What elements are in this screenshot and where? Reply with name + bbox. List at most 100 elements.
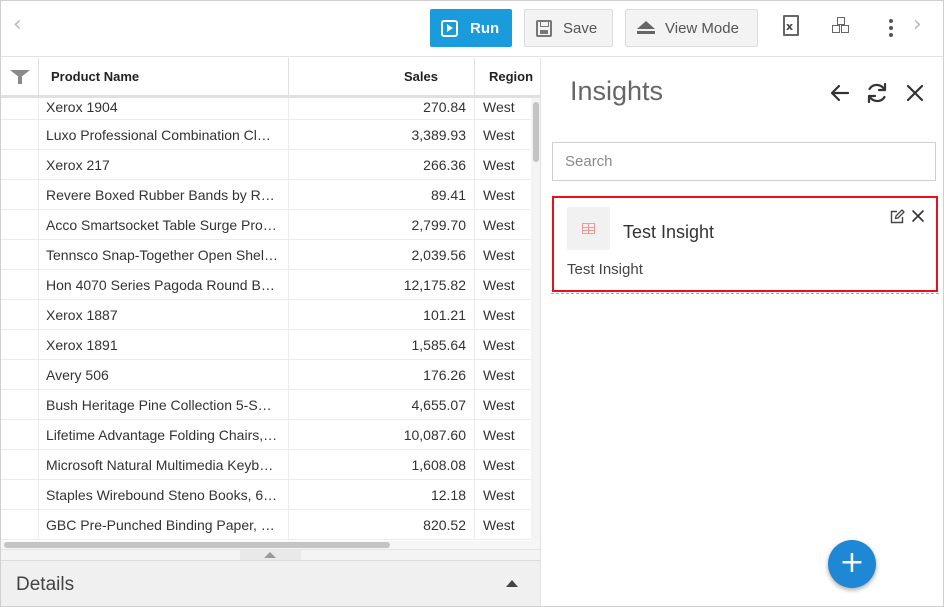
caret-up-icon[interactable] — [506, 580, 518, 588]
chevron-left-icon[interactable]: ‹ — [13, 13, 22, 37]
cell-sales[interactable]: 2,799.70 — [289, 210, 475, 239]
cell-region[interactable]: West — [475, 270, 531, 299]
cell-sales[interactable]: 3,389.93 — [289, 120, 475, 149]
arrow-left-icon[interactable] — [827, 80, 853, 106]
table-icon — [567, 207, 610, 250]
cell-region[interactable]: West — [475, 150, 531, 179]
save-button-label: Save — [563, 19, 598, 37]
table-row[interactable]: Staples Wirebound Steno Books, 6 x 9 12.… — [1, 480, 531, 510]
cell-product-name[interactable]: Staples Wirebound Steno Books, 6 x 9 — [39, 480, 289, 509]
table-row[interactable]: Avery 506 176.26 West — [1, 360, 531, 390]
table-row[interactable]: Acco Smartsocket Table Surge Protector 2… — [1, 210, 531, 240]
cell-sales[interactable]: 1,608.08 — [289, 450, 475, 479]
cell-sales[interactable]: 176.26 — [289, 360, 475, 389]
table-row[interactable]: Xerox 1891 1,585.64 West — [1, 330, 531, 360]
table-row[interactable]: Bush Heritage Pine Collection 5-Shelf Bo… — [1, 390, 531, 420]
cube-left — [832, 25, 840, 33]
cubes-icon[interactable] — [830, 15, 854, 41]
cell-sales[interactable]: 101.21 — [289, 300, 475, 329]
filter-column-header[interactable] — [1, 58, 39, 95]
column-header-region[interactable]: Region — [475, 58, 540, 95]
vertical-scroll-thumb[interactable] — [533, 102, 539, 162]
cell-region[interactable]: West — [475, 240, 531, 269]
cell-product-name[interactable]: Microsoft Natural Multimedia Keyboard — [39, 450, 289, 479]
cell-region[interactable]: West — [475, 120, 531, 149]
save-icon — [536, 19, 552, 37]
column-header-sales[interactable]: Sales — [289, 58, 475, 95]
cell-region[interactable]: West — [475, 420, 531, 449]
table-glyph — [582, 223, 595, 234]
insight-card[interactable]: Test Insight Test Insight — [552, 196, 938, 292]
splitter-handle-icon[interactable] — [240, 550, 301, 560]
cell-sales[interactable]: 12.18 — [289, 480, 475, 509]
grid-header: Product Name Sales Region — [1, 58, 540, 98]
search-input[interactable] — [553, 143, 935, 180]
row-gutter — [1, 120, 39, 149]
table-row[interactable]: Xerox 1904 270.84 West — [1, 98, 531, 127]
cell-sales[interactable]: 266.36 — [289, 150, 475, 179]
cell-product-name[interactable]: Xerox 217 — [39, 150, 289, 179]
horizontal-scroll-thumb[interactable] — [4, 542, 390, 548]
cell-product-name[interactable]: Xerox 1891 — [39, 330, 289, 359]
cell-product-name[interactable]: Luxo Professional Combination Clamp-On L… — [39, 120, 289, 149]
cell-region[interactable]: West — [475, 210, 531, 239]
row-gutter — [1, 450, 39, 479]
excel-export-icon[interactable]: x — [780, 15, 804, 41]
panel-splitter[interactable] — [1, 549, 540, 560]
details-panel-header[interactable]: Details — [1, 560, 540, 606]
cell-product-name[interactable]: Bush Heritage Pine Collection 5-Shelf Bo… — [39, 390, 289, 419]
cell-region[interactable]: West — [475, 510, 531, 539]
cell-product-name[interactable]: Hon 4070 Series Pagoda Round Back Stacki… — [39, 270, 289, 299]
cell-product-name[interactable]: Tennsco Snap-Together Open Shelving Unit… — [39, 240, 289, 269]
row-gutter — [1, 180, 39, 209]
table-row[interactable]: Lifetime Advantage Folding Chairs, 4/Car… — [1, 420, 531, 450]
close-icon[interactable] — [902, 80, 928, 106]
kebab-menu-icon[interactable] — [885, 15, 897, 41]
delete-icon[interactable] — [911, 209, 925, 223]
cell-region[interactable]: West — [475, 360, 531, 389]
cell-region[interactable]: West — [475, 180, 531, 209]
table-row[interactable]: Luxo Professional Combination Clamp-On L… — [1, 120, 531, 150]
horizontal-scrollbar[interactable] — [1, 541, 540, 549]
vertical-scrollbar[interactable] — [531, 98, 540, 544]
add-insight-button[interactable]: + — [828, 540, 876, 588]
cell-product-name[interactable]: Acco Smartsocket Table Surge Protector — [39, 210, 289, 239]
search-field[interactable] — [552, 142, 936, 181]
cell-region[interactable]: West — [475, 480, 531, 509]
table-row[interactable]: Revere Boxed Rubber Bands by Revere 89.4… — [1, 180, 531, 210]
cell-product-name[interactable]: Avery 506 — [39, 360, 289, 389]
cube-right — [841, 25, 849, 33]
save-button[interactable]: Save — [524, 9, 613, 47]
cell-product-name[interactable]: Revere Boxed Rubber Bands by Revere — [39, 180, 289, 209]
cell-region[interactable]: West — [475, 390, 531, 419]
cell-sales[interactable]: 1,585.64 — [289, 330, 475, 359]
cell-sales[interactable]: 10,087.60 — [289, 420, 475, 449]
table-row[interactable]: Xerox 1887 101.21 West — [1, 300, 531, 330]
view-mode-button[interactable]: View Mode — [625, 9, 758, 47]
chevron-right-icon[interactable]: › — [913, 13, 922, 37]
excel-x-glyph: x — [786, 20, 794, 33]
refresh-icon[interactable] — [864, 80, 890, 106]
cell-product-name[interactable]: GBC Pre-Punched Binding Paper, Plastic — [39, 510, 289, 539]
table-row[interactable]: Hon 4070 Series Pagoda Round Back Stacki… — [1, 270, 531, 300]
edit-icon[interactable] — [889, 209, 905, 225]
insight-card-title: Test Insight — [623, 222, 715, 242]
table-row[interactable]: Tennsco Snap-Together Open Shelving Unit… — [1, 240, 531, 270]
cell-region[interactable]: West — [475, 450, 531, 479]
cell-sales[interactable]: 12,175.82 — [289, 270, 475, 299]
cell-sales[interactable]: 2,039.56 — [289, 240, 475, 269]
cell-product-name[interactable]: Xerox 1887 — [39, 300, 289, 329]
filter-icon[interactable] — [10, 70, 30, 84]
table-row[interactable]: GBC Pre-Punched Binding Paper, Plastic 8… — [1, 510, 531, 540]
column-header-product-name[interactable]: Product Name — [39, 58, 289, 95]
cell-sales[interactable]: 820.52 — [289, 510, 475, 539]
table-row[interactable]: Microsoft Natural Multimedia Keyboard 1,… — [1, 450, 531, 480]
run-button[interactable]: Run — [430, 9, 512, 47]
cell-product-name[interactable]: Lifetime Advantage Folding Chairs, 4/Car… — [39, 420, 289, 449]
cell-sales[interactable]: 89.41 — [289, 180, 475, 209]
cell-sales[interactable]: 4,655.07 — [289, 390, 475, 419]
cell-region[interactable]: West — [475, 300, 531, 329]
table-row[interactable]: Xerox 217 266.36 West — [1, 150, 531, 180]
run-button-label: Run — [470, 19, 500, 37]
cell-region[interactable]: West — [475, 330, 531, 359]
